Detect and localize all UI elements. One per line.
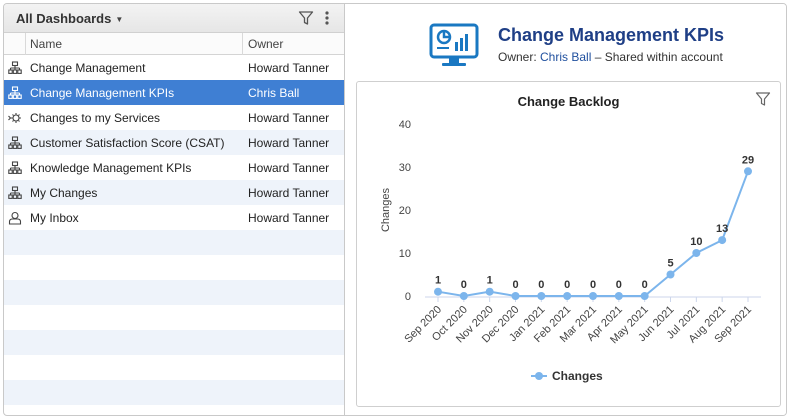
owner-column-header[interactable]: Owner [243, 33, 344, 55]
change-backlog-widget: Change Backlog Changes 0 10 20 30 40 Sep 2020 O… [356, 81, 781, 407]
data-point [589, 292, 597, 300]
data-point [537, 292, 546, 300]
icon-column-header [4, 33, 26, 55]
all-dashboards-dropdown[interactable]: All Dashboards ▼ [16, 11, 123, 26]
empty-row [4, 255, 344, 280]
data-label: 0 [512, 279, 518, 291]
y-tick-label: 30 [399, 162, 411, 174]
table-row[interactable]: Change Management Howard Tanner [4, 55, 344, 80]
legend-marker [535, 372, 543, 380]
y-tick-label: 40 [399, 119, 411, 131]
dashboard-name: Customer Satisfaction Score (CSAT) [30, 135, 225, 150]
hierarchy-icon [4, 185, 26, 200]
table-row[interactable]: My Changes Howard Tanner [4, 180, 344, 205]
dashboard-owner: Howard Tanner [248, 135, 330, 150]
empty-row [4, 380, 344, 405]
data-label: 0 [461, 279, 467, 291]
more-options-icon[interactable] [324, 10, 330, 26]
data-label: 13 [716, 223, 728, 235]
owner-prefix: Owner: [498, 50, 541, 64]
empty-row [4, 355, 344, 380]
dashboard-name: Changes to my Services [30, 110, 161, 125]
dashboard-view: Change Management KPIs Owner: Chris Ball… [345, 4, 786, 415]
data-label: 0 [538, 279, 544, 291]
y-tick-label: 20 [399, 205, 411, 217]
data-point [718, 236, 727, 245]
owner-suffix: – Shared within account [591, 50, 723, 64]
table-row[interactable]: Changes to my Services Howard Tanner [4, 105, 344, 130]
data-label: 0 [642, 279, 648, 291]
app-frame: All Dashboards ▼ Name Owner Change Manag… [3, 3, 787, 416]
data-point [666, 270, 675, 279]
y-tick-label: 0 [405, 291, 411, 303]
dashboards-table: Name Owner Change Management Howard Tann… [4, 33, 344, 405]
dashboard-owner: Howard Tanner [248, 110, 330, 125]
dashboard-owner: Howard Tanner [248, 185, 330, 200]
data-point [434, 287, 442, 296]
empty-row [4, 305, 344, 330]
caret-down-icon: ▼ [115, 15, 124, 24]
owner-link[interactable]: Chris Ball [540, 50, 591, 64]
data-label: 1 [487, 275, 493, 287]
table-row-selected[interactable]: Change Management KPIs Chris Ball [4, 80, 344, 105]
table-row[interactable]: Customer Satisfaction Score (CSAT) Howar… [4, 130, 344, 155]
dashboard-name: My Changes [30, 185, 98, 200]
inbox-user-icon [4, 211, 26, 225]
data-point [485, 287, 494, 296]
dashboard-owner: Howard Tanner [248, 210, 330, 225]
empty-row [4, 330, 344, 355]
data-point [511, 292, 520, 300]
dashboard-name: My Inbox [30, 210, 79, 225]
dashboard-title: Change Management KPIs [498, 25, 725, 45]
dashboard-monitor-icon [429, 23, 479, 66]
table-header: Name Owner [4, 33, 344, 55]
services-icon [4, 111, 26, 125]
dashboard-owner-line: Owner: Chris Ball – Shared within accoun… [498, 50, 723, 64]
empty-row [4, 230, 344, 255]
series-line [437, 170, 749, 298]
dashboard-name: Change Management KPIs [30, 85, 175, 100]
hierarchy-icon [4, 135, 26, 150]
data-label: 29 [742, 154, 754, 166]
table-body: Change Management Howard Tanner Change M… [4, 55, 344, 405]
filter-icon[interactable] [298, 10, 314, 26]
dashboard-owner: Chris Ball [248, 85, 300, 100]
empty-row [4, 280, 344, 305]
dashboard-owner: Howard Tanner [248, 60, 330, 75]
data-label: 5 [667, 258, 673, 270]
dashboards-header: All Dashboards ▼ [4, 4, 344, 33]
data-point [459, 292, 468, 300]
table-row[interactable]: My Inbox Howard Tanner [4, 205, 344, 230]
hierarchy-icon [4, 160, 26, 175]
dashboard-name: Change Management [30, 60, 146, 75]
y-axis-label: Changes [380, 187, 392, 232]
hierarchy-icon [4, 85, 26, 100]
line-chart: Changes010203040Sep 2020Oct 2020Nov 2020… [380, 119, 761, 383]
y-tick-label: 10 [399, 248, 411, 260]
dashboard-name: Knowledge Management KPIs [30, 160, 192, 175]
data-point [640, 292, 649, 300]
table-row[interactable]: Knowledge Management KPIs Howard Tanner [4, 155, 344, 180]
name-column-header[interactable]: Name [26, 33, 243, 55]
data-label: 0 [616, 279, 622, 291]
dashboards-title: All Dashboards [16, 11, 112, 26]
dashboard-owner: Howard Tanner [248, 160, 330, 175]
data-label: 0 [564, 279, 570, 291]
data-label: 1 [435, 275, 441, 287]
legend-label: Changes [552, 369, 603, 383]
data-point [744, 167, 752, 176]
data-point [563, 292, 572, 300]
data-label: 0 [590, 279, 596, 291]
data-label: 10 [690, 236, 702, 248]
hierarchy-icon [4, 60, 26, 75]
data-point [614, 292, 623, 300]
data-point [692, 249, 701, 257]
dashboards-panel: All Dashboards ▼ Name Owner Change Manag… [4, 4, 345, 415]
